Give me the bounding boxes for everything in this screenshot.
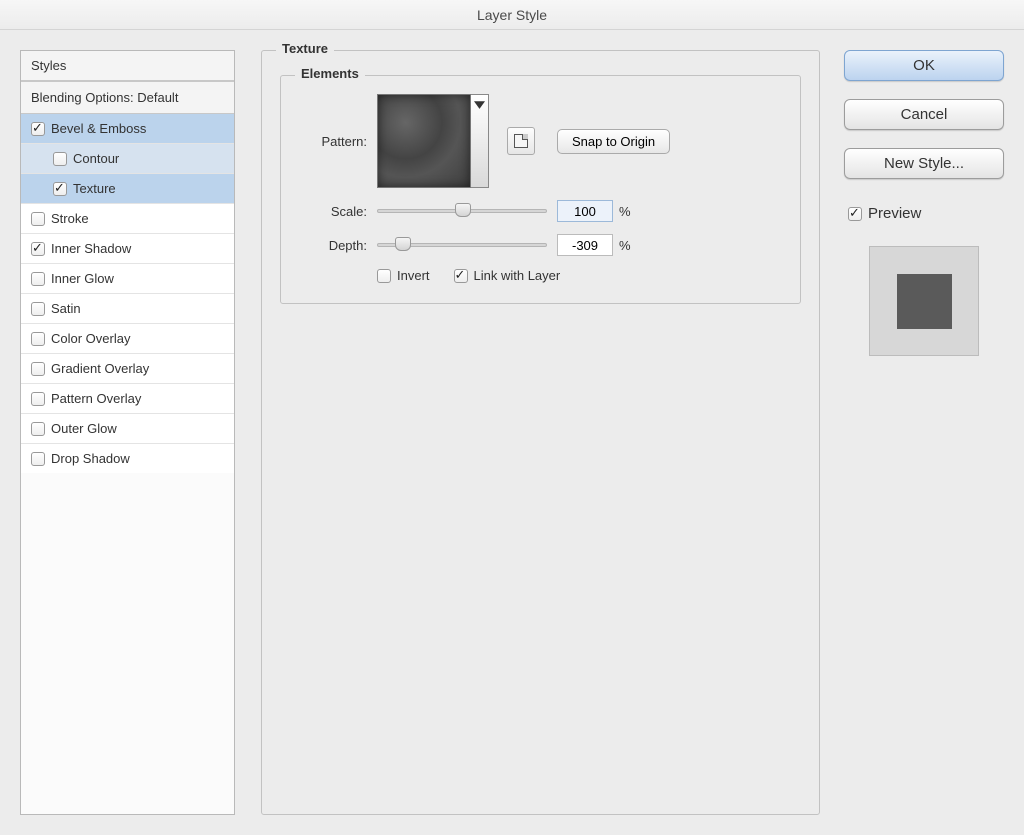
checkbox-stroke[interactable] [31, 212, 45, 226]
checkbox-inner-glow[interactable] [31, 272, 45, 286]
style-label: Satin [51, 301, 81, 316]
checkbox-preview[interactable] [848, 207, 862, 221]
window-title: Layer Style [0, 0, 1024, 30]
style-row-inner-shadow[interactable]: Inner Shadow [21, 234, 234, 264]
styles-panel: Styles Blending Options: Default Bevel &… [20, 50, 235, 815]
new-preset-icon [514, 134, 528, 148]
invert-option[interactable]: Invert [377, 268, 430, 283]
preview-toggle[interactable]: Preview [848, 205, 1004, 222]
depth-unit: % [619, 238, 631, 253]
style-row-texture[interactable]: Texture [21, 174, 234, 204]
checkbox-contour[interactable] [53, 152, 67, 166]
checkbox-drop-shadow[interactable] [31, 452, 45, 466]
style-label: Texture [73, 181, 116, 196]
style-row-pattern-overlay[interactable]: Pattern Overlay [21, 384, 234, 414]
action-column: OK Cancel New Style... Preview [844, 50, 1004, 815]
snap-to-origin-button[interactable]: Snap to Origin [557, 129, 670, 154]
depth-input[interactable] [557, 234, 613, 256]
scale-label: Scale: [301, 204, 367, 219]
preview-swatch [869, 246, 979, 356]
texture-legend: Texture [276, 41, 334, 56]
style-row-gradient-overlay[interactable]: Gradient Overlay [21, 354, 234, 384]
options-row: Invert Link with Layer [377, 268, 780, 283]
style-label: Bevel & Emboss [51, 121, 146, 136]
scale-input[interactable] [557, 200, 613, 222]
style-label: Pattern Overlay [51, 391, 141, 406]
cancel-button[interactable]: Cancel [844, 99, 1004, 130]
dialog-body: Styles Blending Options: Default Bevel &… [0, 30, 1024, 835]
style-row-inner-glow[interactable]: Inner Glow [21, 264, 234, 294]
scale-row: Scale: % [301, 200, 780, 222]
styles-header[interactable]: Styles [21, 51, 234, 81]
style-row-satin[interactable]: Satin [21, 294, 234, 324]
style-label: Drop Shadow [51, 451, 130, 466]
scale-slider[interactable] [377, 202, 547, 220]
style-row-color-overlay[interactable]: Color Overlay [21, 324, 234, 354]
blending-options-row[interactable]: Blending Options: Default [21, 81, 234, 114]
scale-unit: % [619, 204, 631, 219]
checkbox-invert[interactable] [377, 269, 391, 283]
style-row-bevel-emboss[interactable]: Bevel & Emboss [21, 114, 234, 144]
style-label: Inner Glow [51, 271, 114, 286]
elements-legend: Elements [295, 66, 365, 81]
style-label: Gradient Overlay [51, 361, 149, 376]
style-label: Color Overlay [51, 331, 130, 346]
checkbox-texture[interactable] [53, 182, 67, 196]
style-label: Stroke [51, 211, 89, 226]
style-row-outer-glow[interactable]: Outer Glow [21, 414, 234, 444]
checkbox-outer-glow[interactable] [31, 422, 45, 436]
new-style-button[interactable]: New Style... [844, 148, 1004, 179]
link-label: Link with Layer [474, 268, 561, 283]
style-label: Contour [73, 151, 119, 166]
new-preset-button[interactable] [507, 127, 535, 155]
checkbox-color-overlay[interactable] [31, 332, 45, 346]
style-row-drop-shadow[interactable]: Drop Shadow [21, 444, 234, 473]
depth-row: Depth: % [301, 234, 780, 256]
depth-label: Depth: [301, 238, 367, 253]
invert-label: Invert [397, 268, 430, 283]
preview-label: Preview [868, 205, 921, 222]
elements-fieldset: Elements Pattern: Snap to Origin Scale: [280, 75, 801, 304]
pattern-label: Pattern: [301, 134, 367, 149]
link-with-layer-option[interactable]: Link with Layer [454, 268, 561, 283]
chevron-down-icon [474, 99, 485, 110]
checkbox-pattern-overlay[interactable] [31, 392, 45, 406]
checkbox-bevel-emboss[interactable] [31, 122, 45, 136]
ok-button[interactable]: OK [844, 50, 1004, 81]
preview-swatch-fill [897, 274, 952, 329]
checkbox-link-with-layer[interactable] [454, 269, 468, 283]
depth-slider[interactable] [377, 236, 547, 254]
pattern-thumbnail[interactable] [377, 94, 471, 188]
texture-fieldset: Texture Elements Pattern: Snap to Origin… [261, 50, 820, 815]
checkbox-satin[interactable] [31, 302, 45, 316]
style-label: Outer Glow [51, 421, 117, 436]
pattern-row: Pattern: Snap to Origin [301, 94, 780, 188]
style-row-contour[interactable]: Contour [21, 144, 234, 174]
style-label: Inner Shadow [51, 241, 131, 256]
settings-column: Texture Elements Pattern: Snap to Origin… [235, 50, 844, 815]
checkbox-gradient-overlay[interactable] [31, 362, 45, 376]
pattern-dropdown-button[interactable] [471, 94, 489, 188]
checkbox-inner-shadow[interactable] [31, 242, 45, 256]
style-row-stroke[interactable]: Stroke [21, 204, 234, 234]
